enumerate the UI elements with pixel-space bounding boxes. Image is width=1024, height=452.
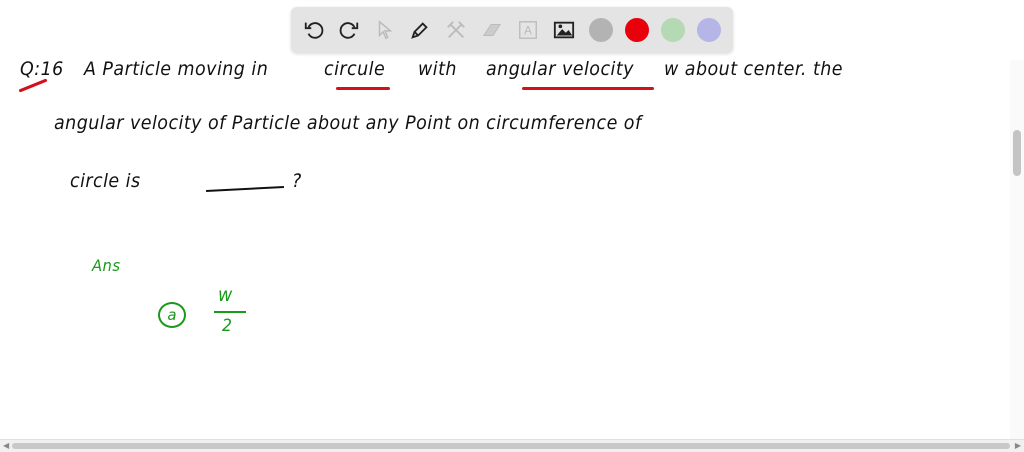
svg-text:A: A xyxy=(524,24,532,38)
text-icon[interactable]: A xyxy=(515,17,541,43)
line3: circle is xyxy=(70,170,141,192)
fraction-denominator: 2 xyxy=(222,316,233,336)
option-letter: a xyxy=(167,306,177,324)
redo-icon[interactable] xyxy=(336,17,362,43)
scroll-left-icon[interactable]: ◀ xyxy=(3,441,9,450)
vertical-scroll-thumb[interactable] xyxy=(1013,130,1021,176)
question-mark: ? xyxy=(292,170,302,192)
red-mark xyxy=(18,78,48,93)
image-icon[interactable] xyxy=(551,17,577,43)
color-red-swatch[interactable] xyxy=(625,18,649,42)
red-underline xyxy=(336,87,390,90)
question-number: Q:16 xyxy=(20,58,64,80)
scroll-right-icon[interactable]: ▶ xyxy=(1015,441,1021,450)
pen-icon[interactable] xyxy=(407,17,433,43)
line1-underlined-phrase: angular velocity xyxy=(486,58,634,80)
color-gray-swatch[interactable] xyxy=(589,18,613,42)
vertical-scrollbar[interactable] xyxy=(1010,60,1024,440)
color-green-swatch[interactable] xyxy=(661,18,685,42)
horizontal-scroll-thumb[interactable] xyxy=(12,443,1010,449)
blank-line xyxy=(206,185,284,193)
option-circle: a xyxy=(158,302,186,328)
tools-icon[interactable] xyxy=(443,17,469,43)
eraser-icon[interactable] xyxy=(479,17,505,43)
fraction-bar xyxy=(214,311,246,313)
fraction-numerator: w xyxy=(218,284,233,306)
undo-icon[interactable] xyxy=(301,17,327,43)
line2: angular velocity of Particle about any P… xyxy=(54,112,642,134)
line1-part: A Particle moving in xyxy=(84,58,269,80)
answer-label: Ans xyxy=(92,256,121,275)
pointer-icon[interactable] xyxy=(372,17,398,43)
drawing-toolbar: A xyxy=(291,7,733,53)
line1-underlined-word: circule xyxy=(324,58,386,80)
color-purple-swatch[interactable] xyxy=(697,18,721,42)
line1-part: w about center. the xyxy=(664,58,844,80)
horizontal-scrollbar[interactable]: ◀ ▶ xyxy=(0,439,1024,452)
line1-part: with xyxy=(418,58,457,80)
red-underline xyxy=(522,87,654,90)
